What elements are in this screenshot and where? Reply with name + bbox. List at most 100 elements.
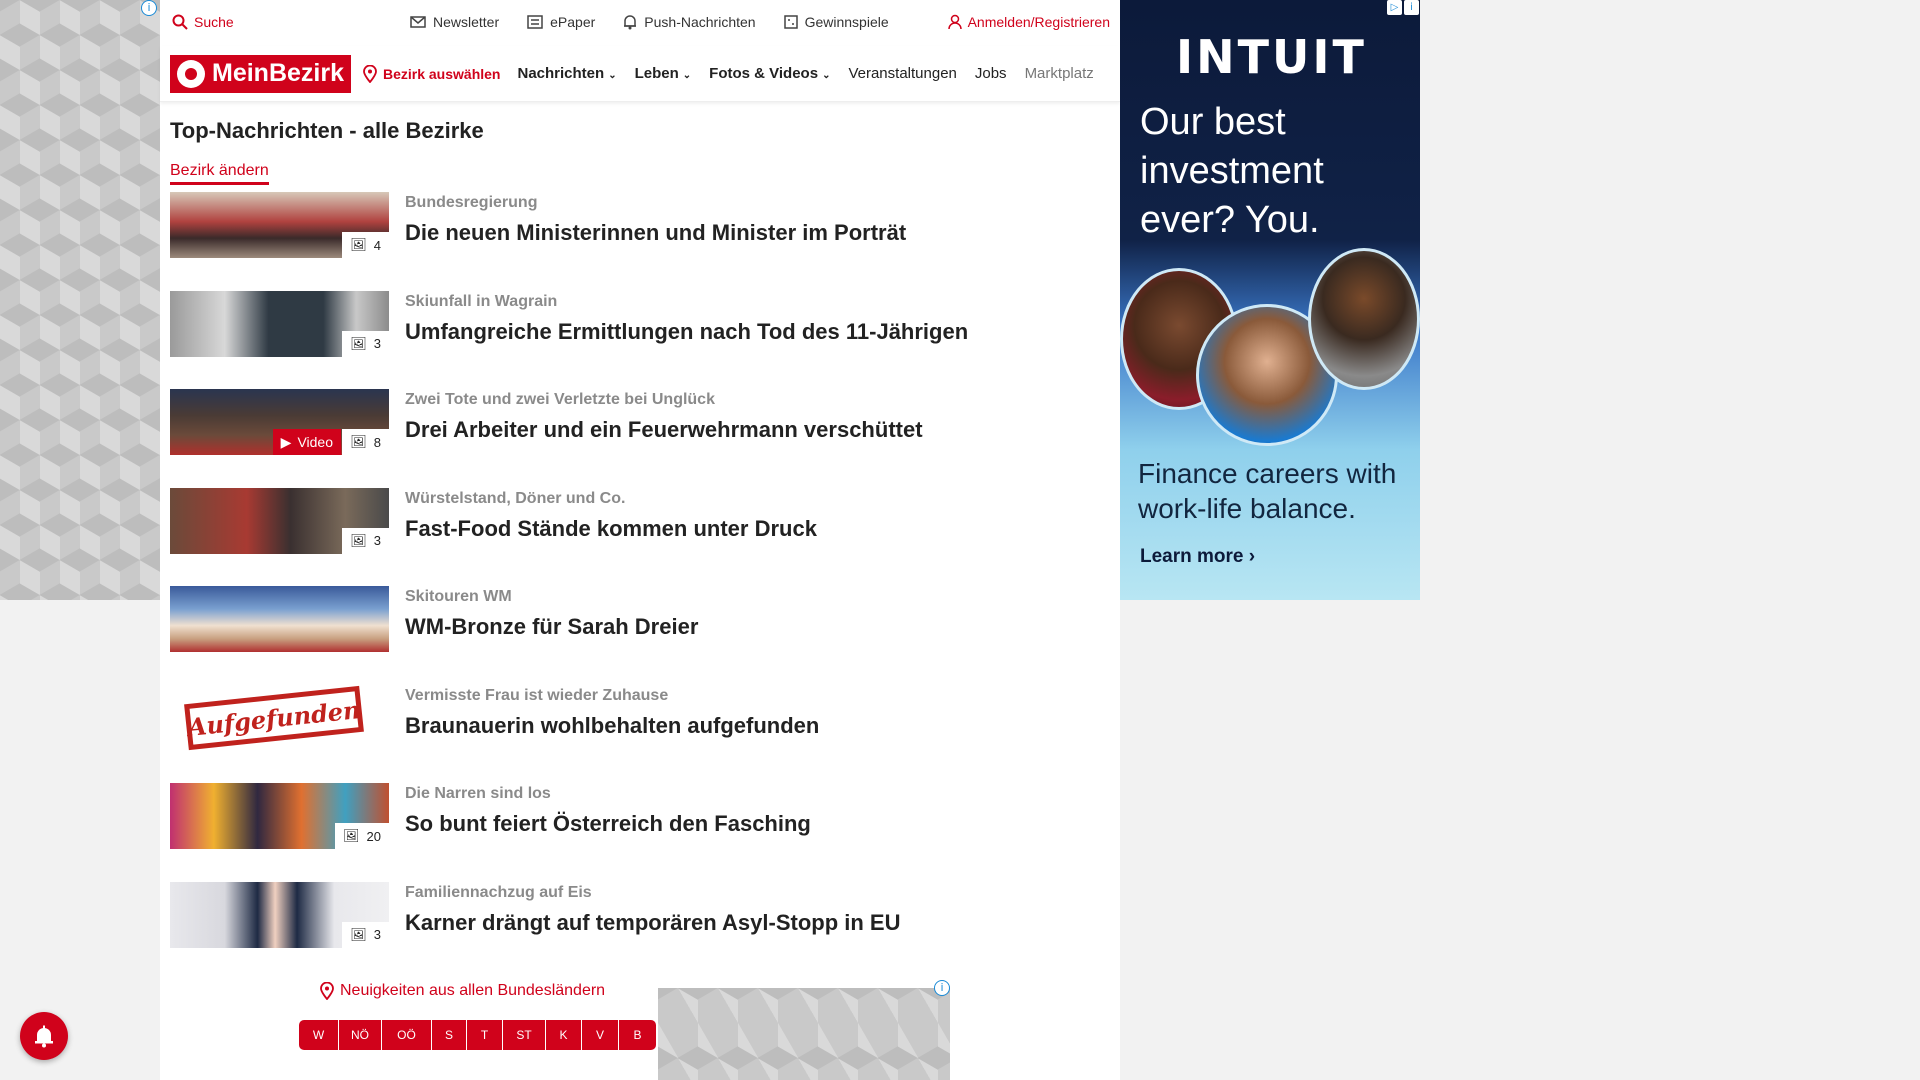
- ad-choices[interactable]: ▷ i: [1387, 0, 1419, 15]
- nav-item-nachrichten[interactable]: Nachrichten ⌄: [517, 65, 616, 82]
- region-button-noe[interactable]: NÖ: [339, 1020, 382, 1050]
- login-label: Anmelden/Registrieren: [967, 14, 1110, 30]
- ad-info-icon[interactable]: i: [934, 980, 950, 996]
- newspaper-icon: [527, 15, 543, 29]
- ad-choices-icon[interactable]: ▷: [1387, 0, 1402, 15]
- search-button[interactable]: Suche: [172, 14, 234, 30]
- regions-title[interactable]: Neuigkeiten aus allen Bundesländern: [320, 982, 605, 1000]
- photo-count: 20: [366, 828, 381, 844]
- region-select-label: Bezirk auswählen: [382, 65, 501, 82]
- nav-item-leben[interactable]: Leben ⌄: [635, 65, 692, 82]
- article-headline[interactable]: Braunauerin wohlbehalten aufgefunden: [405, 713, 819, 739]
- region-select-button[interactable]: Bezirk auswählen: [363, 64, 501, 83]
- gewinnspiele-link[interactable]: Gewinnspiele: [783, 14, 889, 30]
- region-button-v[interactable]: V: [582, 1020, 619, 1050]
- article-thumbnail[interactable]: [170, 586, 389, 652]
- chevron-down-icon: ⌄: [822, 70, 831, 81]
- article-thumbnail[interactable]: Aufgefunden: [170, 684, 389, 751]
- main-page: Suche Newsletter ePaper Push-Nachrichten…: [160, 0, 1120, 1080]
- photo-count: 8: [373, 434, 381, 450]
- article-kicker: Skiunfall in Wagrain: [405, 292, 558, 310]
- image-icon: 🖼: [343, 828, 360, 843]
- top-bar: Suche Newsletter ePaper Push-Nachrichten…: [160, 0, 1120, 46]
- article-headline[interactable]: Fast-Food Stände kommen unter Druck: [405, 516, 817, 542]
- push-link[interactable]: Push-Nachrichten: [623, 14, 756, 30]
- article-headline[interactable]: Die neuen Ministerinnen und Minister im …: [405, 220, 906, 246]
- ad-learn-more-link[interactable]: Learn more ›: [1140, 546, 1255, 568]
- article-thumbnail[interactable]: 🖼 20: [170, 783, 389, 849]
- article-headline[interactable]: So bunt feiert Österreich den Fasching: [405, 811, 811, 837]
- newsletter-label: Newsletter: [433, 14, 500, 30]
- region-buttons: W NÖ OÖ S T ST K V B: [299, 1020, 656, 1050]
- article-thumbnail[interactable]: 🖼 3: [170, 881, 389, 948]
- article-kicker: Zwei Tote und zwei Verletzte bei Unglück: [405, 391, 715, 408]
- top-links: Newsletter ePaper Push-Nachrichten Gewin…: [410, 14, 889, 30]
- region-button-w[interactable]: W: [299, 1020, 339, 1050]
- video-label: Video: [297, 434, 333, 450]
- photo-count: 4: [373, 237, 381, 253]
- article-item[interactable]: Aufgefunden Vermisste Frau ist wieder Zu…: [170, 684, 1100, 784]
- region-button-b[interactable]: B: [619, 1020, 656, 1050]
- photo-count: 3: [373, 927, 381, 942]
- site-logo[interactable]: MeinBezirk: [170, 54, 351, 93]
- region-button-s[interactable]: S: [432, 1020, 467, 1050]
- region-button-st[interactable]: ST: [503, 1020, 546, 1050]
- sidebar-ad-banner[interactable]: INTUIT Our best investment ever? You. Fi…: [1120, 0, 1420, 600]
- nav-item-marktplatz[interactable]: Marktplatz: [1025, 65, 1094, 82]
- video-badge[interactable]: ▶ Video: [272, 429, 341, 455]
- article-item[interactable]: 🖼 3 Würstelstand, Döner und Co. Fast-Food…: [170, 487, 1100, 587]
- main-navbar: MeinBezirk Bezirk auswählen Nachrichten ⌄…: [160, 46, 1120, 102]
- logo-icon: [177, 59, 205, 88]
- login-link[interactable]: Anmelden/Registrieren: [947, 14, 1110, 30]
- ad-info-icon[interactable]: i: [1404, 0, 1419, 15]
- region-button-ooe[interactable]: OÖ: [382, 1020, 432, 1050]
- location-pin-icon: [320, 982, 334, 1000]
- newsletter-link[interactable]: Newsletter: [410, 14, 499, 30]
- ad-info-icon[interactable]: i: [141, 0, 157, 16]
- article-item[interactable]: 🖼 3 Skiunfall in Wagrain Umfangreiche Erm…: [170, 290, 1100, 390]
- bell-icon: [624, 15, 637, 30]
- epaper-link[interactable]: ePaper: [527, 14, 595, 30]
- article-thumbnail[interactable]: 🖼 3: [170, 487, 389, 554]
- article-item[interactable]: Skitouren WM WM-Bronze für Sarah Dreier: [170, 586, 1100, 685]
- region-button-k[interactable]: K: [546, 1020, 582, 1050]
- nav-item-fotos-videos[interactable]: Fotos & Videos ⌄: [709, 65, 830, 82]
- nav-item-veranstaltungen[interactable]: Veranstaltungen: [848, 65, 956, 82]
- location-pin-icon: [363, 64, 377, 83]
- chevron-down-icon: ⌄: [608, 70, 617, 81]
- article-item[interactable]: 🖼 4 Bundesregierung Die neuen Ministerinn…: [170, 192, 1100, 291]
- article-thumbnail[interactable]: 🖼 3: [170, 290, 389, 357]
- bottom-ad-banner[interactable]: [658, 988, 950, 1080]
- epaper-label: ePaper: [550, 14, 596, 30]
- article-headline[interactable]: WM-Bronze für Sarah Dreier: [405, 614, 698, 640]
- article-kicker: Würstelstand, Döner und Co.: [405, 489, 626, 507]
- gift-icon: [783, 15, 798, 29]
- stamp-graphic: Aufgefunden: [184, 685, 364, 750]
- photo-count: 3: [373, 336, 381, 351]
- photo-count-badge: 🖼 3: [342, 527, 389, 554]
- article-headline[interactable]: Drei Arbeiter und ein Feuerwehrmann vers…: [405, 417, 923, 443]
- notification-bell-button[interactable]: [20, 1012, 68, 1060]
- search-icon: [172, 14, 188, 30]
- article-headline[interactable]: Umfangreiche Ermittlungen nach Tod des 1…: [405, 319, 968, 345]
- article-item[interactable]: ▶ Video 🖼 8 Zwei Tote und zwei Verletzte b…: [170, 389, 1100, 488]
- nav-item-label: Nachrichten: [517, 65, 605, 82]
- mail-icon: [410, 16, 426, 28]
- article-item[interactable]: 🖼 20 Die Narren sind los So bunt feiert Ö…: [170, 783, 1100, 882]
- article-item[interactable]: 🖼 3 Familiennachzug auf Eis Karner drängt…: [170, 881, 1100, 981]
- nav-item-jobs[interactable]: Jobs: [975, 65, 1007, 82]
- photo-count-badge: 🖼 3: [342, 330, 389, 357]
- push-label: Push-Nachrichten: [644, 14, 756, 30]
- search-label: Suche: [194, 14, 234, 30]
- photo-count: 3: [373, 533, 381, 548]
- article-thumbnail[interactable]: ▶ Video 🖼 8: [170, 389, 389, 455]
- play-icon: ▶: [280, 433, 292, 450]
- article-list: 🖼 4 Bundesregierung Die neuen Ministerinn…: [170, 192, 1100, 980]
- change-district-link[interactable]: Bezirk ändern: [170, 162, 269, 185]
- logo-text: MeinBezirk: [212, 59, 344, 87]
- article-thumbnail[interactable]: 🖼 4: [170, 192, 389, 258]
- article-headline[interactable]: Karner drängt auf temporären Asyl-Stopp …: [405, 910, 900, 936]
- region-button-t[interactable]: T: [467, 1020, 503, 1050]
- regions-title-label: Neuigkeiten aus allen Bundesländern: [340, 982, 606, 999]
- image-icon: 🖼: [350, 434, 367, 449]
